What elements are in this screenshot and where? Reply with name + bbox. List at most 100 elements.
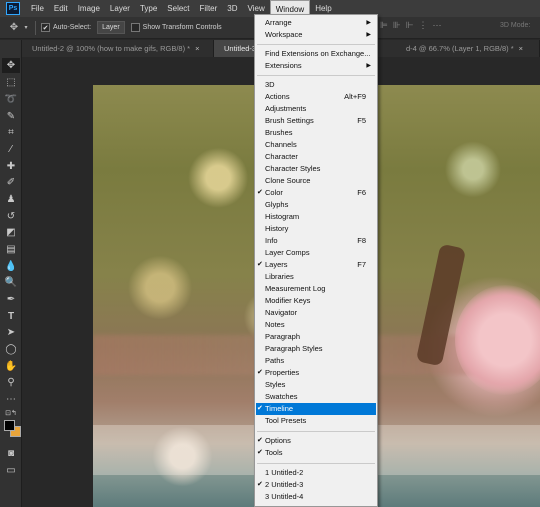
show-transform-option[interactable]: Show Transform Controls <box>130 23 222 32</box>
menu-item-doc-untitled-4[interactable]: 3 Untitled-4 <box>256 491 376 503</box>
menu-item-history[interactable]: History <box>256 223 376 235</box>
screen-mode-icon[interactable]: ▭ <box>2 463 20 478</box>
menu-item-workspace[interactable]: Workspace ▶ <box>256 29 376 41</box>
brush-icon[interactable]: ✐ <box>2 175 20 190</box>
menu-item-glyphs[interactable]: Glyphs <box>256 199 376 211</box>
menu-type[interactable]: Type <box>135 0 162 17</box>
menu-item-histogram[interactable]: Histogram <box>256 211 376 223</box>
quick-mask-icon[interactable]: ◙ <box>2 446 20 461</box>
crop-icon[interactable]: ⌗ <box>2 125 20 140</box>
menu-item-styles[interactable]: Styles <box>256 379 376 391</box>
close-icon[interactable]: × <box>519 44 523 53</box>
close-icon[interactable]: × <box>195 44 199 53</box>
menu-item-modifier-keys[interactable]: Modifier Keys <box>256 295 376 307</box>
menu-item-options[interactable]: ✔ Options <box>256 435 376 447</box>
menu-item-actions[interactable]: Actions Alt+F9 <box>256 91 376 103</box>
path-select-icon[interactable]: ➤ <box>2 325 20 340</box>
tab-untitled-2[interactable]: Untitled-2 @ 100% (how to make gifs, RGB… <box>22 40 214 57</box>
chevron-down-icon[interactable]: ▾ <box>22 20 30 36</box>
default-colors-icon[interactable]: ⊡↰ <box>2 405 20 420</box>
menu-item-label: Swatches <box>265 392 298 401</box>
menu-item-layers[interactable]: ✔ Layers F7 <box>256 259 376 271</box>
tab-label: Untitled-2 @ 100% (how to make gifs, RGB… <box>32 44 191 53</box>
menu-item-doc-untitled-2[interactable]: 1 Untitled-2 <box>256 467 376 479</box>
menu-item-doc-untitled-3[interactable]: ✔ 2 Untitled-3 <box>256 479 376 491</box>
align-right-icon[interactable]: ⊩ <box>406 20 414 31</box>
menu-edit[interactable]: Edit <box>49 0 73 17</box>
menu-item-info[interactable]: Info F8 <box>256 235 376 247</box>
menu-select[interactable]: Select <box>162 0 194 17</box>
ellipse-icon[interactable]: ◯ <box>2 342 20 357</box>
menu-item-label: Color <box>265 188 283 197</box>
zoom-icon[interactable]: ⚲ <box>2 375 20 390</box>
menu-item-label: Tool Presets <box>265 416 307 425</box>
menu-item-brushes[interactable]: Brushes <box>256 127 376 139</box>
menu-item-arrange[interactable]: Arrange ▶ <box>256 17 376 29</box>
menu-item-brush-settings[interactable]: Brush Settings F5 <box>256 115 376 127</box>
menu-item-tool-presets[interactable]: Tool Presets <box>256 415 376 427</box>
menu-image[interactable]: Image <box>73 0 105 17</box>
marquee-icon[interactable]: ⬚ <box>2 75 20 90</box>
menu-separator <box>257 75 375 76</box>
menu-item-label: Notes <box>265 320 285 329</box>
gradient-icon[interactable]: ▤ <box>2 242 20 257</box>
align-left-icon[interactable]: ⊫ <box>380 20 388 31</box>
healing-icon[interactable]: ✚ <box>2 159 20 174</box>
eyedropper-icon[interactable]: ⁄ <box>2 142 20 157</box>
menu-item-tools[interactable]: ✔ Tools <box>256 447 376 459</box>
quick-select-icon[interactable]: ✎ <box>2 109 20 124</box>
move-icon[interactable]: ✥ <box>2 58 20 73</box>
blur-icon[interactable]: 💧 <box>2 259 20 274</box>
menu-item-shortcut: F7 <box>357 260 366 269</box>
menu-item-character-styles[interactable]: Character Styles <box>256 163 376 175</box>
menu-item-properties[interactable]: ✔ Properties <box>256 367 376 379</box>
pen-icon[interactable]: ✒ <box>2 292 20 307</box>
menu-file[interactable]: File <box>26 0 49 17</box>
history-brush-icon[interactable]: ↺ <box>2 209 20 224</box>
menu-item-timeline[interactable]: ✔ Timeline <box>256 403 376 415</box>
hand-icon[interactable]: ✋ <box>2 359 20 374</box>
menu-item-measurement-log[interactable]: Measurement Log <box>256 283 376 295</box>
menu-item-paragraph-styles[interactable]: Paragraph Styles <box>256 343 376 355</box>
lasso-icon[interactable]: ➰ <box>2 92 20 107</box>
menu-item-paths[interactable]: Paths <box>256 355 376 367</box>
menu-item-label: History <box>265 224 289 233</box>
menu-filter[interactable]: Filter <box>195 0 223 17</box>
menu-item-character[interactable]: Character <box>256 151 376 163</box>
menu-item-color[interactable]: ✔ Color F6 <box>256 187 376 199</box>
type-icon[interactable]: T <box>2 309 20 324</box>
menu-item-shortcut: F5 <box>357 116 366 125</box>
menu-3d[interactable]: 3D <box>222 0 242 17</box>
foreground-color-swatch[interactable] <box>4 420 15 431</box>
menu-item-notes[interactable]: Notes <box>256 319 376 331</box>
align-distribute-icons: ⊫ ⊪ ⊩ ⋮ ⋯ <box>380 20 442 31</box>
menu-item-label: Adjustments <box>265 104 307 113</box>
distribute-icon[interactable]: ⋮ <box>419 20 428 31</box>
menu-item-channels[interactable]: Channels <box>256 139 376 151</box>
show-transform-checkbox[interactable] <box>130 23 140 32</box>
menu-item-label: Brushes <box>265 128 293 137</box>
menu-item-navigator[interactable]: Navigator <box>256 307 376 319</box>
more-align-icon[interactable]: ⋯ <box>433 20 442 31</box>
clone-stamp-icon[interactable]: ♟ <box>2 192 20 207</box>
menu-item-swatches[interactable]: Swatches <box>256 391 376 403</box>
menu-item-paragraph[interactable]: Paragraph <box>256 331 376 343</box>
check-icon: ✔ <box>257 481 263 488</box>
align-center-icon[interactable]: ⊪ <box>393 20 401 31</box>
menu-layer[interactable]: Layer <box>105 0 135 17</box>
menu-item-3d[interactable]: 3D <box>256 79 376 91</box>
menu-item-find-extensions[interactable]: Find Extensions on Exchange... <box>256 48 376 60</box>
auto-select-option[interactable]: ✔ Auto-Select: <box>41 23 91 32</box>
menu-item-adjustments[interactable]: Adjustments <box>256 103 376 115</box>
dodge-icon[interactable]: 🔍 <box>2 275 20 290</box>
menu-item-layer-comps[interactable]: Layer Comps <box>256 247 376 259</box>
menu-item-label: 3D <box>265 80 275 89</box>
menu-item-libraries[interactable]: Libraries <box>256 271 376 283</box>
auto-select-checkbox[interactable]: ✔ <box>41 23 50 32</box>
auto-select-dropdown[interactable]: Layer <box>97 21 125 34</box>
eraser-icon[interactable]: ◩ <box>2 225 20 240</box>
menu-item-clone-source[interactable]: Clone Source <box>256 175 376 187</box>
menu-item-label: Timeline <box>265 404 294 413</box>
menu-item-extensions[interactable]: Extensions ▶ <box>256 60 376 72</box>
move-tool-preset-icon[interactable]: ✥ <box>6 20 22 36</box>
